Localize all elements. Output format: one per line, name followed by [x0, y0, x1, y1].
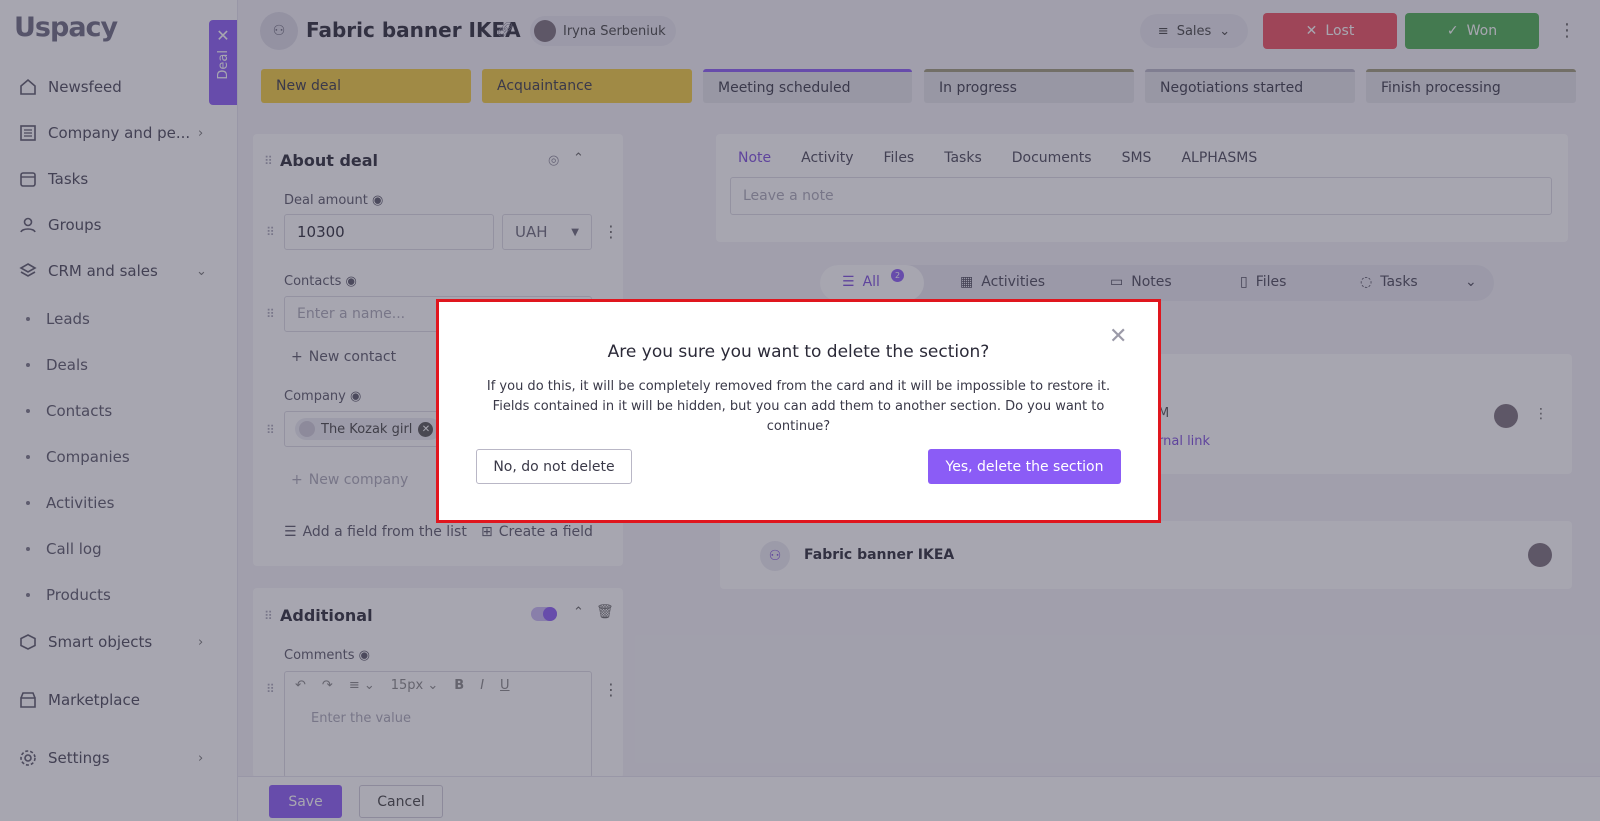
- dialog-message: If you do this, it will be completely re…: [479, 377, 1118, 437]
- yes-delete-section-button[interactable]: Yes, delete the section: [928, 449, 1121, 484]
- delete-section-dialog: ✕ Are you sure you want to delete the se…: [436, 299, 1161, 523]
- no-do-not-delete-button[interactable]: No, do not delete: [476, 449, 632, 484]
- dialog-title: Are you sure you want to delete the sect…: [607, 342, 990, 362]
- dialog-message-line: If you do this, it will be completely re…: [486, 379, 1111, 394]
- dialog-message-line: Fields contained in it will be hidden, b…: [492, 399, 1105, 434]
